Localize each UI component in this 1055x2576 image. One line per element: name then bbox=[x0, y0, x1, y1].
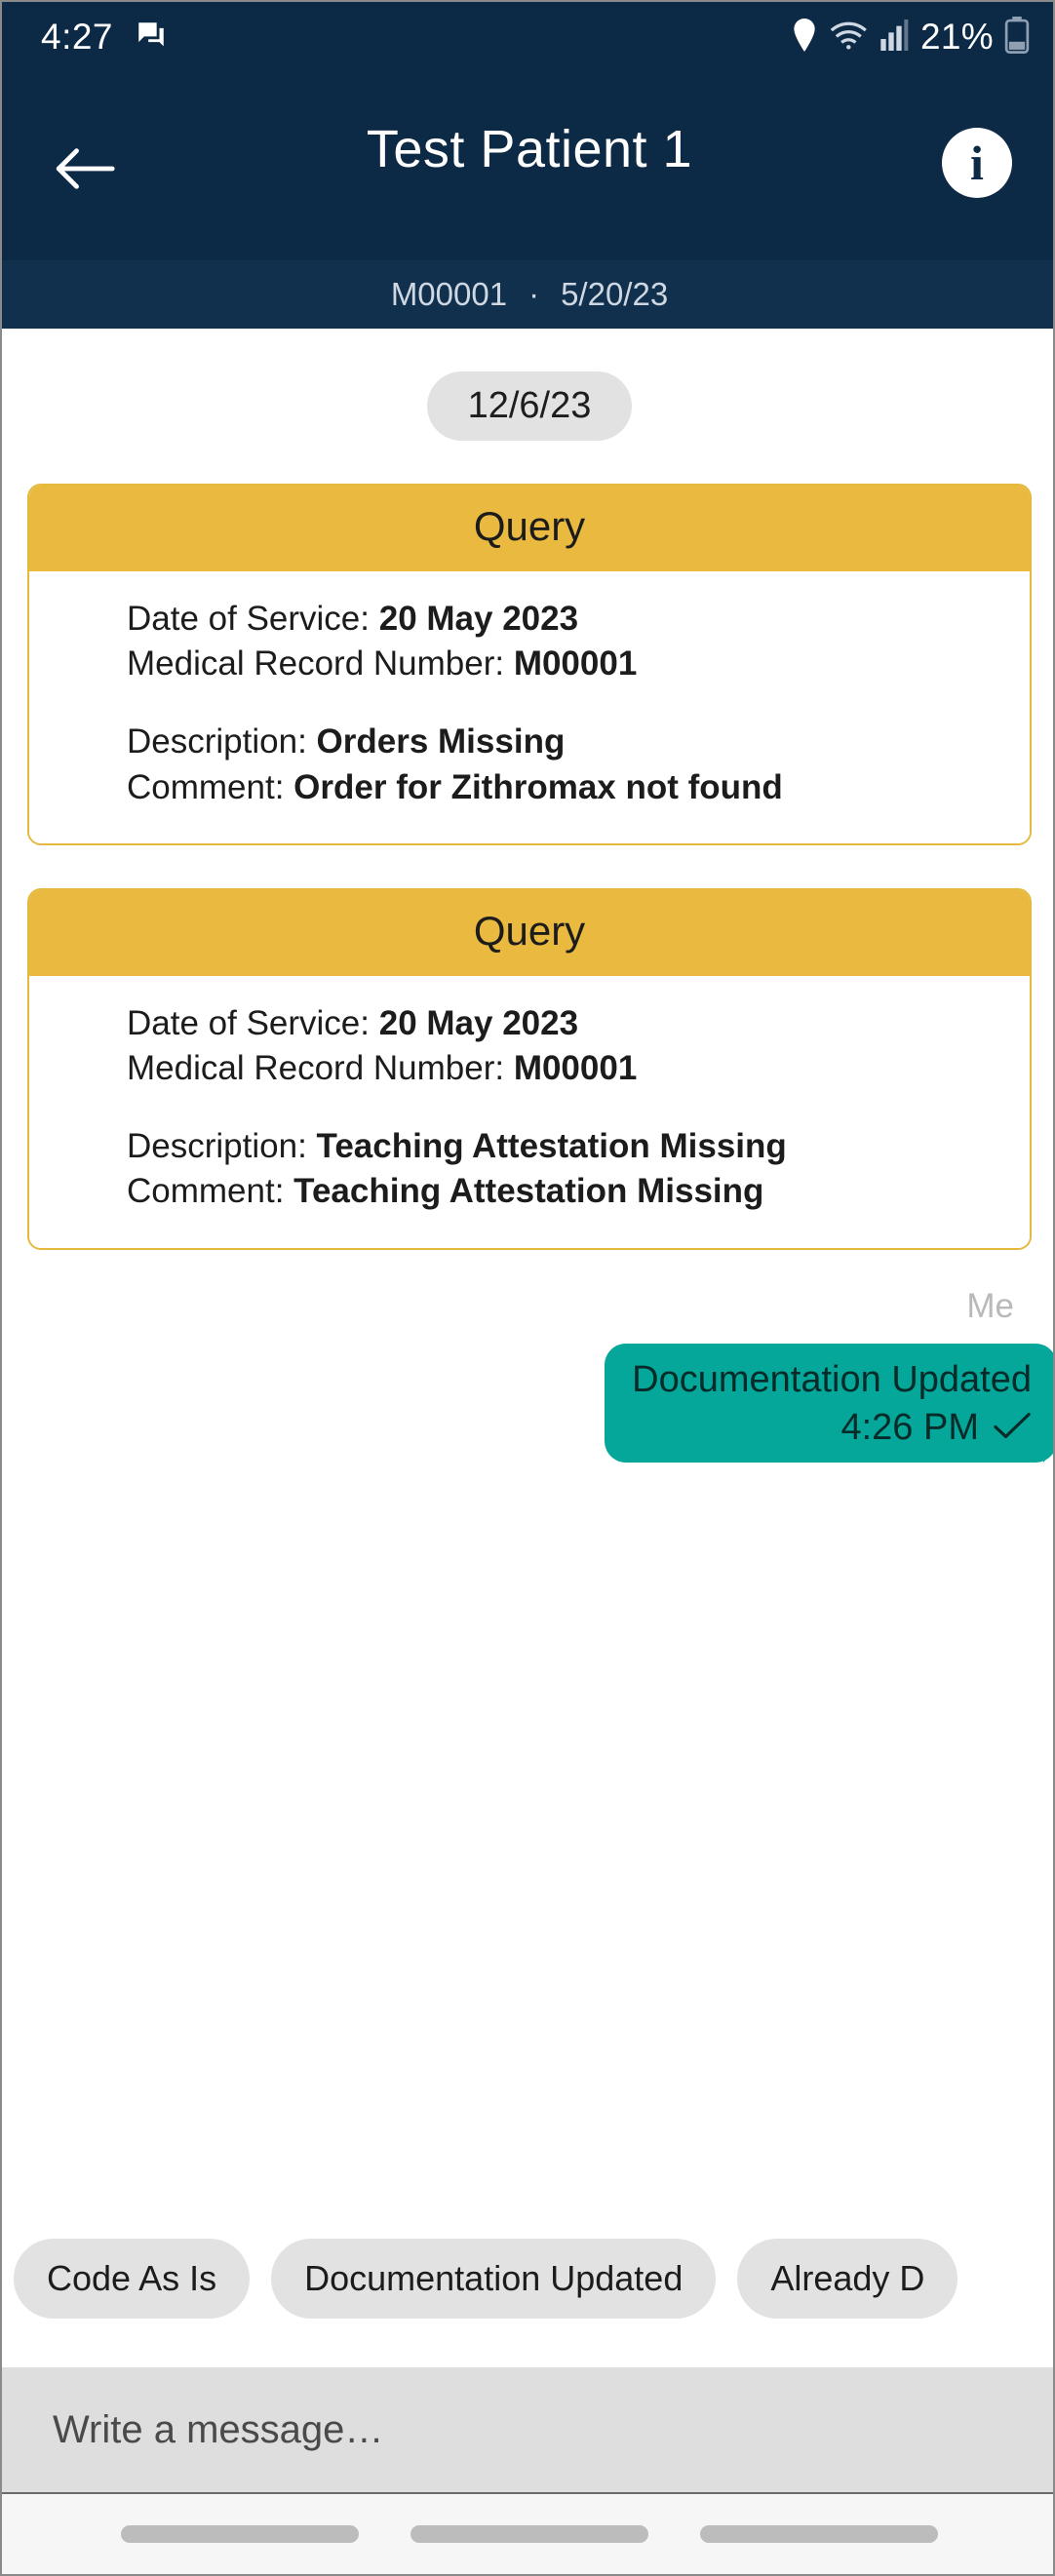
battery-percent-label: 21% bbox=[920, 17, 994, 57]
cellular-signal-icon bbox=[880, 19, 910, 56]
sent-message-bubble[interactable]: Documentation Updated 4:26 PM bbox=[605, 1343, 1053, 1463]
query-card-body: Date of Service: 20 May 2023 Medical Rec… bbox=[29, 571, 1030, 843]
system-navigation-bar bbox=[2, 2494, 1053, 2574]
chat-notification-icon bbox=[135, 19, 168, 57]
date-of-service-label: Date of Service: bbox=[127, 1003, 379, 1042]
status-bar-left: 4:27 bbox=[41, 17, 168, 58]
location-pin-icon bbox=[791, 18, 818, 57]
mrn-row: Medical Record Number: M00001 bbox=[127, 1046, 1030, 1091]
sent-message-meta: 4:26 PM bbox=[632, 1407, 1032, 1449]
info-button[interactable]: i bbox=[942, 128, 1012, 198]
comment-value: Teaching Attestation Missing bbox=[293, 1172, 764, 1211]
info-icon: i bbox=[970, 136, 984, 190]
sent-message-time: 4:26 PM bbox=[840, 1406, 979, 1448]
nav-back-pill[interactable] bbox=[121, 2525, 360, 2543]
nav-recents-pill[interactable] bbox=[699, 2525, 938, 2543]
query-card[interactable]: Query Date of Service: 20 May 2023 Medic… bbox=[27, 887, 1032, 1250]
sent-message-text: Documentation Updated bbox=[632, 1358, 1032, 1400]
message-composer[interactable]: Write a message… bbox=[2, 2367, 1053, 2496]
date-of-service-value: 20 May 2023 bbox=[378, 600, 579, 638]
mrn-field-label: Medical Record Number: bbox=[127, 644, 514, 683]
quick-reply-chip-already-documented[interactable]: Already D bbox=[737, 2239, 958, 2319]
bubble-tail bbox=[1043, 1428, 1053, 1463]
mrn-label: M00001 bbox=[390, 276, 508, 312]
query-card-body: Date of Service: 20 May 2023 Medical Rec… bbox=[29, 975, 1030, 1248]
date-divider-label: 12/6/23 bbox=[426, 371, 633, 441]
wifi-icon bbox=[829, 19, 870, 57]
quick-reply-chip-code-as-is[interactable]: Code As Is bbox=[14, 2239, 251, 2319]
mrn-field-label: Medical Record Number: bbox=[127, 1048, 514, 1087]
description-value: Orders Missing bbox=[316, 722, 566, 761]
query-card[interactable]: Query Date of Service: 20 May 2023 Medic… bbox=[27, 484, 1032, 845]
chat-thread: 12/6/23 Query Date of Service: 20 May 20… bbox=[2, 329, 1053, 2210]
description-value: Teaching Attestation Missing bbox=[316, 1127, 787, 1166]
query-card-header: Query bbox=[29, 486, 1030, 571]
card-spacer bbox=[127, 1091, 1030, 1124]
query-card-header: Query bbox=[29, 889, 1030, 976]
meta-separator: · bbox=[528, 276, 540, 312]
description-label: Description: bbox=[127, 722, 317, 761]
comment-row: Comment: Order for Zithromax not found bbox=[127, 765, 1030, 810]
description-label: Description: bbox=[127, 1127, 317, 1166]
date-of-service-label: Date of Service: bbox=[127, 600, 379, 638]
nav-home-pill[interactable] bbox=[410, 2525, 648, 2543]
date-of-service-row: Date of Service: 20 May 2023 bbox=[127, 597, 1030, 642]
comment-label: Comment: bbox=[127, 767, 294, 806]
quick-reply-bar[interactable]: Code As Is Documentation Updated Already… bbox=[2, 2229, 1053, 2328]
message-input[interactable]: Write a message… bbox=[53, 2408, 383, 2452]
comment-value: Order for Zithromax not found bbox=[293, 767, 783, 806]
battery-icon bbox=[1004, 16, 1030, 59]
message-sender-label: Me bbox=[966, 1286, 1014, 1325]
date-of-service-row: Date of Service: 20 May 2023 bbox=[127, 1001, 1030, 1046]
mrn-field-value: M00001 bbox=[513, 644, 638, 683]
sent-message-row: Documentation Updated 4:26 PM bbox=[27, 1343, 1053, 1463]
phone-screen: 4:27 21% Test Patient 1 i M00001 · 5/20/… bbox=[0, 0, 1055, 2576]
description-row: Description: Teaching Attestation Missin… bbox=[127, 1124, 1030, 1169]
app-bar: Test Patient 1 i bbox=[2, 72, 1053, 260]
mrn-field-value: M00001 bbox=[513, 1048, 638, 1087]
comment-row: Comment: Teaching Attestation Missing bbox=[127, 1169, 1030, 1214]
comment-label: Comment: bbox=[127, 1172, 294, 1211]
page-title: Test Patient 1 bbox=[366, 120, 693, 178]
message-delivered-check-icon bbox=[993, 1411, 1032, 1445]
status-bar: 4:27 21% bbox=[2, 2, 1053, 72]
card-spacer bbox=[127, 686, 1030, 720]
date-divider: 12/6/23 bbox=[27, 371, 1032, 441]
service-date-label: 5/20/23 bbox=[561, 276, 669, 312]
status-bar-clock: 4:27 bbox=[41, 17, 114, 57]
date-of-service-value: 20 May 2023 bbox=[378, 1003, 579, 1042]
description-row: Description: Orders Missing bbox=[127, 720, 1030, 764]
status-bar-right: 21% bbox=[791, 16, 1030, 59]
quick-reply-chip-documentation-updated[interactable]: Documentation Updated bbox=[271, 2239, 717, 2319]
mrn-row: Medical Record Number: M00001 bbox=[127, 642, 1030, 686]
patient-meta-bar: M00001 · 5/20/23 bbox=[2, 260, 1053, 329]
